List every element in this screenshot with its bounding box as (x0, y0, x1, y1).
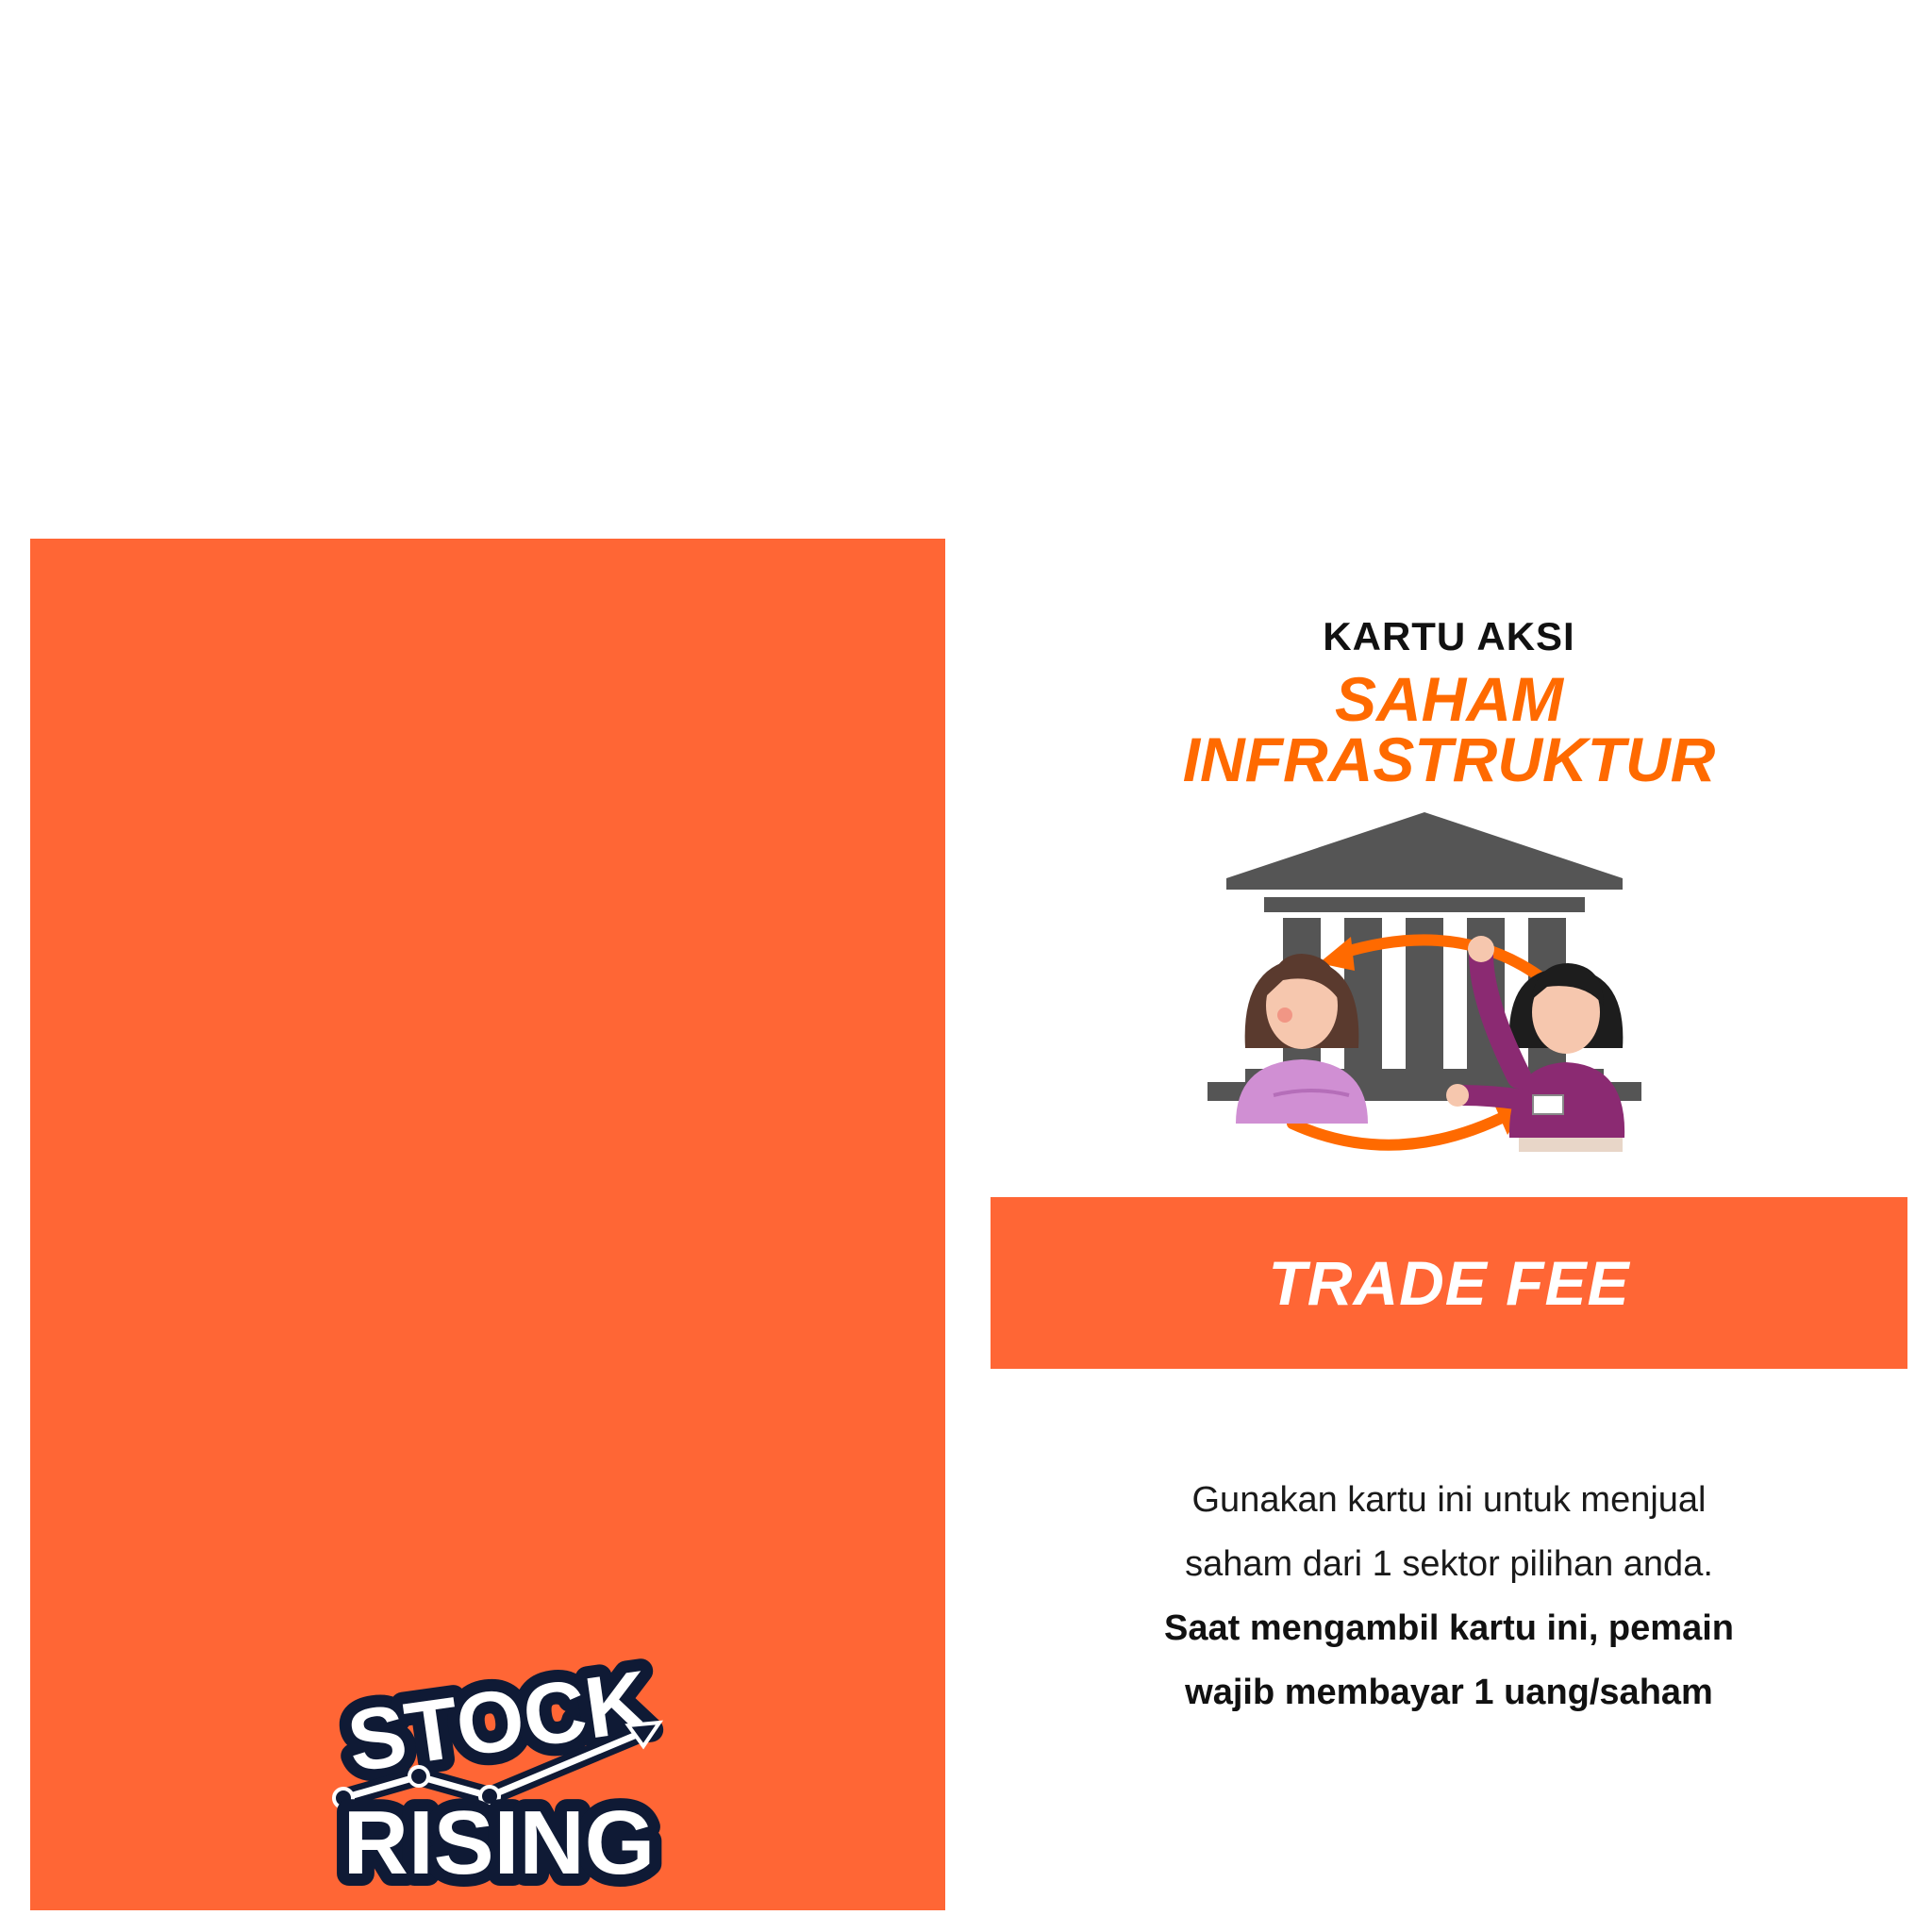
sector-title-line2: INFRASTRUKTUR (1182, 724, 1716, 794)
stock-rising-logo-icon: STOCK RISING (329, 1641, 667, 1906)
action-banner: TRADE FEE (991, 1197, 1907, 1369)
sector-title-line1: SAHAM (1335, 664, 1563, 734)
card-description: Gunakan kartu ini untuk menjual saham da… (1047, 1468, 1851, 1724)
logo-line-rising: RISING (343, 1792, 656, 1893)
logo-line-stock: STOCK (341, 1653, 654, 1790)
card-back[interactable]: STOCK RISING (30, 539, 945, 1910)
rule-line: wajib membayar 1 uang/saham (1185, 1673, 1713, 1712)
rule-line: Saat mengambil kartu ini, pemain (1164, 1608, 1734, 1648)
bank-with-two-people-icon (1208, 812, 1641, 1152)
sector-title: SAHAM INFRASTRUKTUR (991, 664, 1907, 794)
stock-rising-logo: STOCK RISING (277, 1624, 721, 1907)
card-type-label: KARTU AKSI (1323, 614, 1575, 658)
description-line: Gunakan kartu ini untuk menjual (1191, 1480, 1707, 1520)
card-front[interactable]: KARTU AKSI SAHAM INFRASTRUKTUR TRADE FEE… (991, 539, 1907, 1910)
action-name: TRADE FEE (1268, 1248, 1630, 1318)
description-line: saham dari 1 sektor pilihan anda. (1185, 1544, 1713, 1584)
